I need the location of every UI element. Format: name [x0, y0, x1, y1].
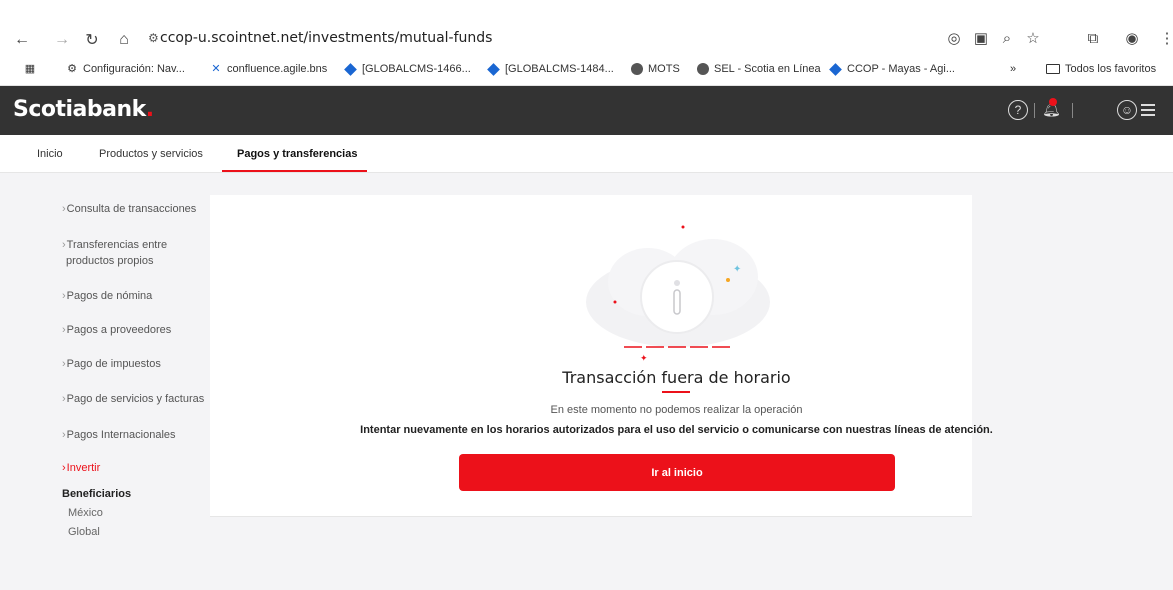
header-divider [1034, 103, 1035, 118]
chevron-right-icon: › [62, 203, 66, 215]
jira-icon [829, 62, 842, 76]
bookmark-item[interactable]: ✕ confluence.agile.bns [210, 63, 327, 75]
sidebar-item-invertir[interactable]: ›Invertir [62, 460, 100, 476]
info-illustration: ✦ ✦ [586, 225, 770, 362]
profile-icon[interactable]: ◉ [1121, 27, 1143, 49]
info-icon-dot [674, 280, 680, 286]
globe-icon [697, 63, 709, 75]
go-home-button[interactable]: Ir al inicio [459, 454, 895, 491]
sidebar-item-pagos-proveedores[interactable]: ›Pagos a proveedores [62, 322, 171, 338]
decor-dot [613, 300, 617, 304]
bookmark-item[interactable]: [GLOBALCMS-1484... [487, 62, 614, 76]
jira-icon [344, 62, 357, 76]
notification-badge [1049, 98, 1057, 106]
chevron-right-icon: › [62, 324, 66, 336]
url-text[interactable]: ccop-u.scointnet.net/investments/mutual-… [160, 30, 492, 46]
decor-sparkle: ✦ [733, 264, 741, 275]
error-message: En este momento no podemos realizar la o… [550, 404, 803, 416]
sidebar-item-mexico[interactable]: México [68, 507, 103, 519]
error-title: Transacción fuera de horario [562, 368, 791, 387]
user-icon[interactable]: ☺ [1117, 100, 1137, 120]
bookmark-item[interactable]: [GLOBALCMS-1466... [344, 62, 471, 76]
bookmark-item[interactable]: ⚙ Configuración: Nav... [66, 63, 185, 75]
bookmark-item[interactable]: SEL - Scotia en Línea [697, 63, 821, 75]
bookmarks-bar: ▦ ⚙ Configuración: Nav... ✕ confluence.agi… [0, 56, 1173, 86]
help-icon[interactable]: ? [1008, 100, 1028, 120]
header-divider [1072, 103, 1073, 118]
tab-pagos-transferencias[interactable]: Pagos y transferencias [237, 148, 357, 160]
gear-icon: ⚙ [67, 63, 77, 75]
translate-icon[interactable]: ▣ [970, 27, 992, 49]
back-icon[interactable]: ← [10, 28, 34, 52]
home-icon[interactable]: ⌂ [112, 28, 136, 52]
all-bookmarks-button[interactable]: Todos los favoritos [1046, 63, 1156, 75]
tab-productos-servicios[interactable]: Productos y servicios [99, 148, 203, 160]
sidebar-item-transferencias[interactable]: ›Transferencias entre productos propios [62, 237, 167, 269]
confluence-icon: ✕ [211, 63, 221, 75]
error-instructions: Intentar nuevamente en los horarios auto… [360, 424, 993, 436]
browser-menu-icon[interactable]: ⋮ [1156, 27, 1173, 49]
sidebar-item-consulta-transacciones[interactable]: ›Consulta de transacciones [62, 201, 196, 217]
folder-icon [1046, 64, 1060, 74]
title-accent [662, 391, 690, 393]
reload-icon[interactable]: ↻ [80, 28, 104, 52]
globe-icon [631, 63, 643, 75]
chevron-right-icon: › [62, 239, 66, 251]
chevron-right-icon: › [62, 290, 66, 302]
star-icon[interactable]: ☆ [1022, 27, 1044, 49]
sidebar-section-beneficiarios: Beneficiarios [62, 488, 132, 500]
sidebar-item-pagos-nomina[interactable]: ›Pagos de nómina [62, 288, 152, 304]
top-navigation: Inicio Productos y servicios Pagos y tra… [0, 135, 1173, 173]
decor-dot [726, 278, 730, 282]
decor-dot [681, 225, 685, 229]
tab-inicio[interactable]: Inicio [37, 148, 63, 160]
chevron-right-icon: › [62, 462, 66, 474]
bookmark-item[interactable]: MOTS [631, 63, 680, 75]
decor-sparkle: ✦ [640, 354, 648, 362]
zoom-icon[interactable]: ⌕ [996, 27, 1018, 49]
browser-toolbar: ← → ↻ ⌂ ⚙ ccop-u.scointnet.net/investmen… [0, 0, 1173, 56]
active-tab-indicator [222, 170, 367, 172]
jira-icon [487, 62, 500, 76]
info-icon-bar [673, 289, 681, 315]
extensions-icon[interactable]: ⧉ [1082, 27, 1104, 49]
apps-icon[interactable]: ▦ [24, 63, 36, 75]
forward-icon[interactable]: → [50, 28, 74, 52]
app-header: Scotiabank. ? 🔔︎ ☺ [0, 86, 1173, 135]
hamburger-menu-icon[interactable] [1141, 104, 1155, 119]
scotiabank-logo[interactable]: Scotiabank. [13, 97, 154, 122]
bookmarks-overflow-button[interactable]: » [1010, 63, 1016, 75]
sidebar-item-global[interactable]: Global [68, 526, 100, 538]
bookmark-item[interactable]: CCOP - Mayas - Agi... [829, 62, 955, 76]
location-icon[interactable]: ◎ [943, 27, 965, 49]
site-settings-icon[interactable]: ⚙ [148, 31, 159, 45]
